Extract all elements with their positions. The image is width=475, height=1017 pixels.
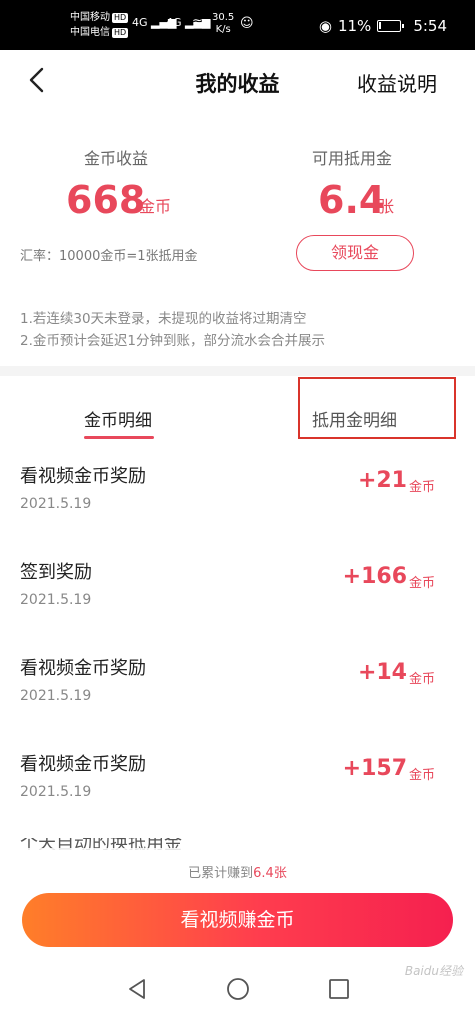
coin-earnings-value: 668 bbox=[66, 178, 146, 222]
record-title: 签到奖励 bbox=[20, 562, 92, 583]
eye-comfort-icon: ◉ bbox=[318, 17, 332, 35]
record-date: 2021.5.19 bbox=[20, 592, 92, 608]
watermark-logo: Baidu经验 bbox=[404, 964, 463, 978]
battery-icon bbox=[377, 20, 405, 32]
record-title: 看视频金币奖励 bbox=[20, 658, 146, 679]
record-unit: 金币 bbox=[409, 480, 436, 495]
record-date: 2021.5.19 bbox=[20, 496, 92, 512]
clock: 5:54 bbox=[413, 17, 447, 35]
system-nav-bar bbox=[0, 960, 475, 1017]
note-item: 1.若连续30天未登录，未提现的收益将过期清空 bbox=[20, 311, 307, 327]
list-item: 看视频金币奖励 2021.5.19 +21 金币 bbox=[0, 462, 475, 556]
active-tab-indicator bbox=[84, 436, 154, 439]
voucher-value: 6.4 bbox=[318, 178, 386, 222]
app-notification-icon: ☺ bbox=[240, 16, 254, 31]
notes: 1.若连续30天未登录，未提现的收益将过期清空 2.金币预计会延迟1分钟到账，部… bbox=[20, 308, 325, 352]
exchange-rate: 汇率：10000金币=1张抵用金 bbox=[20, 249, 198, 264]
list-item: 签到奖励 2021.5.19 +166 金币 bbox=[0, 558, 475, 652]
carrier-2: 中国电信 bbox=[70, 27, 110, 38]
record-unit: 金币 bbox=[409, 768, 436, 783]
earnings-help-link[interactable]: 收益说明 bbox=[357, 68, 437, 97]
voucher-label: 可用抵用金 bbox=[312, 149, 393, 168]
nav-home-icon[interactable] bbox=[225, 976, 251, 1002]
status-right: ◉ 11% 5:54 bbox=[319, 17, 447, 35]
watch-video-earn-coins-button[interactable]: 看视频赚金币 bbox=[22, 893, 453, 947]
nav-recents-icon[interactable] bbox=[326, 976, 352, 1002]
total-value: 6.4张 bbox=[253, 866, 287, 881]
coin-earnings-unit: 金币 bbox=[139, 197, 172, 216]
header: 我的收益 收益说明 bbox=[0, 50, 475, 110]
record-title: 看视频金币奖励 bbox=[20, 754, 146, 775]
record-date: 2021.5.19 bbox=[20, 784, 92, 800]
earnings-page: 中国移动 HD 中国电信 HD 4G ▂▄▆ 4G ▂▄▆ ≋ 30.5 K/s ☺… bbox=[0, 0, 475, 1017]
list-item: 看视频金币奖励 2021.5.19 +157 金币 bbox=[0, 750, 475, 844]
voucher-unit: 张 bbox=[378, 197, 395, 216]
record-unit: 金币 bbox=[409, 672, 436, 687]
record-date: 2021.5.19 bbox=[20, 688, 92, 704]
battery-percent: 11% bbox=[337, 17, 372, 35]
annotation-highlight-box bbox=[298, 377, 456, 439]
note-item: 2.金币预计会延迟1分钟到账，部分流水会合并展示 bbox=[20, 333, 325, 349]
record-amount: +157 bbox=[342, 756, 407, 781]
hd-badge: HD bbox=[112, 13, 129, 23]
nav-back-icon[interactable] bbox=[124, 976, 150, 1002]
record-title: 看视频金币奖励 bbox=[20, 466, 146, 487]
total-prefix: 已累计赚到 bbox=[188, 866, 254, 881]
list-item: 看视频金币奖励 2021.5.19 +14 金币 bbox=[0, 654, 475, 748]
hd-badge: HD bbox=[112, 28, 129, 38]
record-amount: +14 bbox=[357, 660, 407, 685]
carrier-info: 中国移动 HD 中国电信 HD bbox=[70, 10, 129, 40]
signal-2-icon: 4G ▂▄▆ bbox=[166, 16, 211, 29]
tab-coin-details[interactable]: 金币明细 bbox=[84, 406, 152, 431]
carrier-1: 中国移动 bbox=[70, 12, 110, 23]
withdraw-cash-button[interactable]: 领现金 bbox=[296, 235, 414, 271]
record-unit: 金币 bbox=[409, 576, 436, 591]
wifi-icon: ≋ bbox=[192, 16, 203, 31]
network-speed: 30.5 K/s bbox=[212, 12, 235, 35]
section-divider bbox=[0, 366, 475, 376]
record-amount: +21 bbox=[357, 468, 407, 493]
record-amount: +166 bbox=[342, 564, 407, 589]
total-earned: 已累计赚到6.4张 bbox=[0, 862, 475, 881]
status-bar: 中国移动 HD 中国电信 HD 4G ▂▄▆ 4G ▂▄▆ ≋ 30.5 K/s ☺… bbox=[0, 0, 475, 50]
coin-earnings-label: 金币收益 bbox=[84, 149, 149, 168]
